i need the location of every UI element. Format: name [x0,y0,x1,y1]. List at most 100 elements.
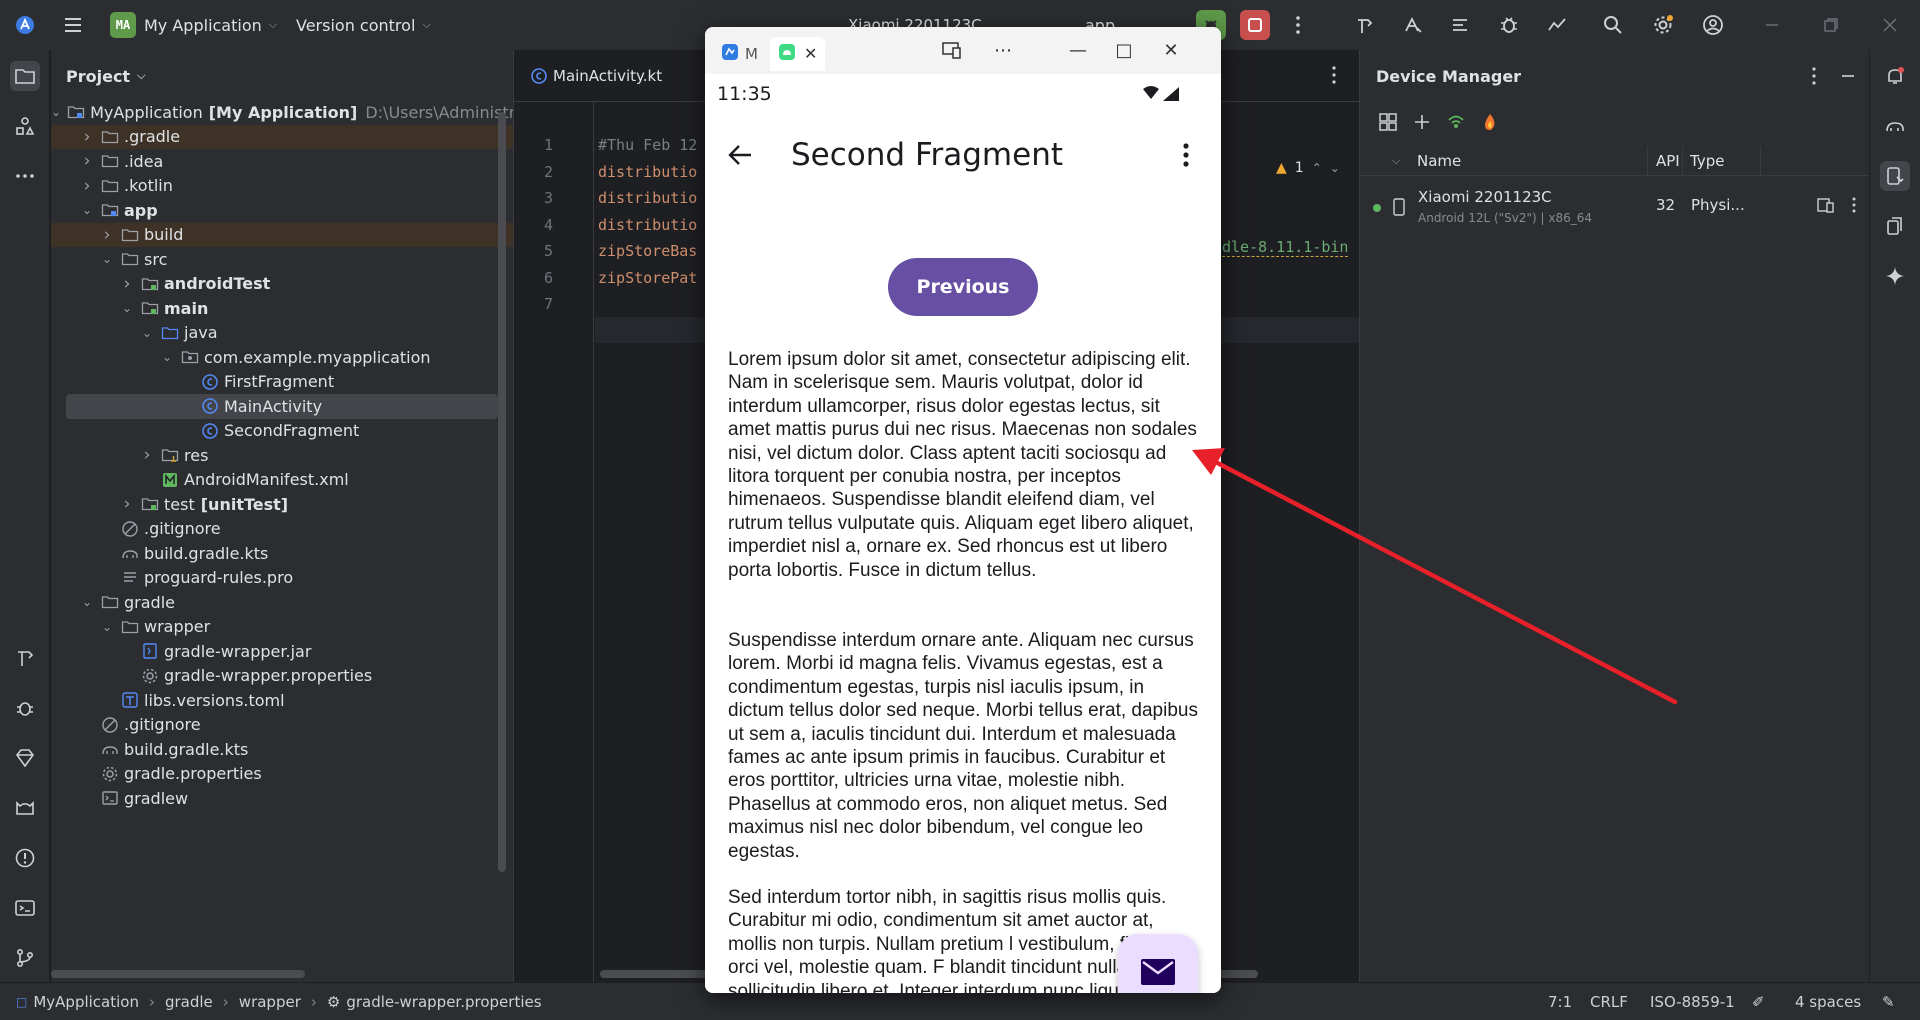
firebase-icon[interactable] [1480,112,1500,136]
chevron-right-icon[interactable]: › [79,127,95,147]
terminal-icon[interactable] [10,893,40,923]
apply-changes-icon[interactable] [1398,10,1428,40]
tree-item[interactable]: ⌄ MyApplication [My Application] D:\Users\A… [51,100,513,125]
horizontal-scrollbar[interactable] [51,970,305,978]
tree-item[interactable]: ⌄ main [51,296,513,321]
gradle-elephant-icon[interactable] [1880,111,1910,141]
wifi-pair-icon[interactable] [1446,112,1466,136]
editor-tab[interactable]: MainActivity.kt [514,50,678,102]
tree-item[interactable]: gradlew [51,786,513,811]
version-control-menu[interactable]: Version control ⌵ [296,0,431,50]
tree-item[interactable]: ⌄ src [51,247,513,272]
device-manager-options-icon[interactable] [1803,65,1825,91]
project-panel-header[interactable]: Project ⌵ [51,50,513,102]
sync-icon[interactable] [1446,10,1476,40]
column-type[interactable]: Type [1690,152,1724,170]
chevron-right-icon[interactable]: › [99,225,115,245]
gem-icon[interactable] [10,743,40,773]
device-row[interactable]: Xiaomi 2201123C Android 12L ("Sv2") | x8… [1360,180,1870,232]
tree-item[interactable]: gradle.properties [51,762,513,787]
file-encoding[interactable]: ISO-8859-1 [1650,993,1735,1011]
breadcrumb-item[interactable]: wrapper [239,993,301,1011]
notifications-bell-icon[interactable] [1880,61,1910,91]
tree-item[interactable]: ⌄ gradle [51,590,513,615]
chevron-down-icon[interactable]: ⌄ [79,595,95,609]
tree-item[interactable]: › .idea [51,149,513,174]
previous-button[interactable]: Previous [888,258,1038,316]
close-tab-icon[interactable]: ✕ [804,44,817,63]
chevron-up-icon[interactable]: ⌃ [1312,161,1322,175]
tree-item[interactable]: .gitignore [51,713,513,738]
tree-item[interactable]: › test [unitTest] [51,492,513,517]
problems-icon[interactable] [10,843,40,873]
chevron-down-icon[interactable]: ⌄ [51,105,61,119]
chevron-right-icon[interactable]: › [119,494,135,514]
breadcrumb-item[interactable]: MyApplication [33,993,139,1011]
screen-mirror-icon[interactable] [937,35,967,65]
project-tool-folder-icon[interactable] [10,61,40,91]
android-studio-logo-icon[interactable] [10,10,40,40]
stop-icon[interactable] [1240,10,1270,40]
chevron-right-icon[interactable]: › [79,176,95,196]
vertical-scrollbar[interactable] [498,112,506,872]
tree-item[interactable]: FirstFragment [51,370,513,395]
tree-item[interactable]: ⌄ java [51,321,513,346]
hide-panel-icon[interactable] [1837,65,1859,91]
more-options-icon[interactable]: ⋯ [988,35,1018,65]
chevron-right-icon[interactable]: › [119,274,135,294]
column-api[interactable]: API [1656,152,1680,170]
search-icon[interactable] [1598,10,1628,40]
more-tools-icon[interactable] [10,161,40,191]
add-device-icon[interactable] [1412,112,1432,136]
more-actions-icon[interactable] [1283,10,1313,40]
tree-item[interactable]: SecondFragment [51,419,513,444]
tree-item[interactable]: › androidTest [51,272,513,297]
caret-position[interactable]: 7:1 [1548,993,1572,1011]
mirror-close-icon[interactable]: ✕ [1156,35,1186,65]
chevron-down-icon[interactable]: ⌄ [79,203,95,217]
column-name[interactable]: Name [1417,152,1461,170]
debug-tool-bug-icon[interactable] [10,693,40,723]
tree-item[interactable]: gradle-wrapper.properties [51,664,513,689]
tree-item[interactable]: ⌄ wrapper [51,615,513,640]
tree-item[interactable]: build.gradle.kts [51,541,513,566]
chevron-down-icon[interactable]: ⌄ [119,301,135,315]
chevron-right-icon[interactable]: › [79,151,95,171]
tree-item[interactable]: gradle-wrapper.jar [51,639,513,664]
device-grid-icon[interactable] [1378,112,1398,136]
inspection-widget[interactable]: ▲ 1 ⌃ ⌄ [1276,160,1340,176]
tree-item[interactable]: libs.versions.toml [51,688,513,713]
tree-item[interactable]: .gitignore [51,517,513,542]
logcat-cat-icon[interactable] [10,793,40,823]
tree-item[interactable]: MainActivity [66,394,498,419]
gemini-sparkle-icon[interactable] [1880,261,1910,291]
build-tool-hammer-icon[interactable] [10,643,40,673]
mirror-minimize-icon[interactable]: — [1063,35,1093,65]
breadcrumb-item[interactable]: gradle-wrapper.properties [346,993,541,1011]
tree-item[interactable]: proguard-rules.pro [51,566,513,591]
back-arrow-icon[interactable] [727,142,753,172]
project-selector[interactable]: MA My Application ⌵ [110,0,277,50]
mirror-device-icon[interactable] [1816,195,1836,219]
line-separator[interactable]: CRLF [1590,993,1628,1011]
running-devices-icon[interactable] [1880,211,1910,241]
resource-manager-icon[interactable] [10,111,40,141]
tree-item[interactable]: › .gradle [51,124,513,149]
tree-item[interactable]: build.gradle.kts [51,737,513,762]
device-manager-tool-icon[interactable] [1880,161,1910,191]
restore-icon[interactable] [1816,10,1846,40]
breadcrumb-item[interactable]: gradle [165,993,213,1011]
chevron-down-icon[interactable]: ⌄ [99,252,115,266]
mirror-tab-inactive[interactable]: M [713,37,766,71]
main-menu-icon[interactable] [58,10,88,40]
tree-item[interactable]: › .kotlin [51,174,513,199]
minimize-icon[interactable] [1757,10,1787,40]
chevron-right-icon[interactable]: › [139,445,155,465]
chevron-down-icon[interactable]: ⌵ [1392,154,1400,168]
chevron-down-icon[interactable]: ⌄ [159,350,175,364]
tree-item[interactable]: AndroidManifest.xml [51,468,513,493]
lock-icon[interactable]: ✎ [1882,993,1895,1011]
account-icon[interactable] [1698,10,1728,40]
tree-item[interactable]: › build [51,222,513,247]
chevron-down-icon[interactable]: ⌄ [139,326,155,340]
